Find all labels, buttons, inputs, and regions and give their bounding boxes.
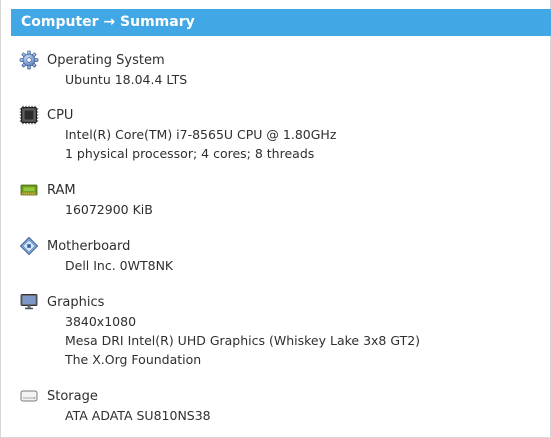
section-value: Mesa DRI Intel(R) UHD Graphics (Whiskey … [65,333,421,348]
section-title-row: CPU [19,105,539,125]
drive-icon [19,386,39,406]
motherboard-icon [19,236,39,256]
section-ram: RAM 16072900 KiB [19,180,539,219]
summary-content: Operating System Ubuntu 18.04.4 LTS CPU … [19,50,539,425]
section-title: RAM [47,182,76,198]
section-value: ATA ADATA SU810NS38 [65,408,211,423]
page-title: Computer → Summary [11,9,551,36]
section-title-row: RAM [19,180,539,200]
section-title-row: Operating System [19,50,539,70]
section-title-row: Storage [19,386,539,406]
memory-icon [19,180,39,200]
section-title: CPU [47,107,74,123]
section-motherboard: Motherboard Dell Inc. 0WT8NK [19,236,539,275]
section-value: 1 physical processor; 4 cores; 8 threads [65,146,315,161]
summary-panel: Computer → Summary Operating System Ubun… [0,0,551,438]
cpu-icon [19,105,39,125]
section-value: Intel(R) Core(TM) i7-8565U CPU @ 1.80GHz [65,127,337,142]
section-title: Motherboard [47,238,131,254]
section-title-row: Graphics [19,292,539,312]
section-title: Operating System [47,52,165,68]
monitor-icon [19,292,39,312]
section-operating-system: Operating System Ubuntu 18.04.4 LTS [19,50,539,89]
section-storage: Storage ATA ADATA SU810NS38 [19,386,539,425]
section-title: Graphics [47,294,105,310]
section-value: 16072900 KiB [65,202,153,217]
section-graphics: Graphics 3840x1080 Mesa DRI Intel(R) UHD… [19,292,539,369]
gear-icon [19,50,39,70]
section-cpu: CPU Intel(R) Core(TM) i7-8565U CPU @ 1.8… [19,105,539,163]
section-title: Storage [47,388,98,404]
section-value: The X.Org Foundation [65,352,202,367]
section-value: Dell Inc. 0WT8NK [65,258,174,273]
section-value: Ubuntu 18.04.4 LTS [65,72,188,87]
section-value: 3840x1080 [65,314,137,329]
section-title-row: Motherboard [19,236,539,256]
